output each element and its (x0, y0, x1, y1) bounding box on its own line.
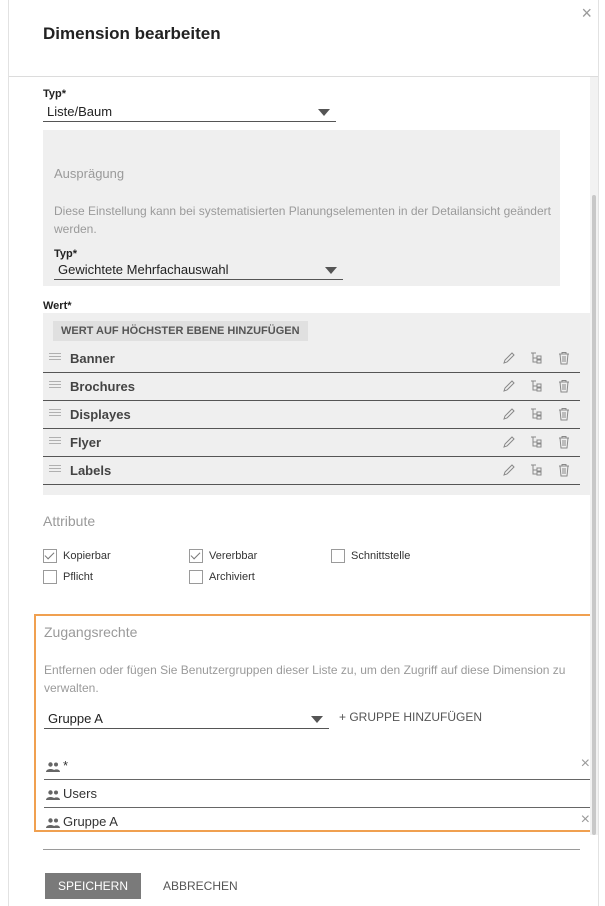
auspraegung-title: Ausprägung (54, 166, 125, 181)
checkbox-schnittstelle[interactable] (331, 549, 345, 563)
trash-icon[interactable] (557, 463, 571, 477)
pencil-icon[interactable] (502, 435, 516, 449)
group-select[interactable]: Gruppe A (44, 709, 329, 729)
auspraegung-panel: Ausprägung Diese Einstellung kann bei sy… (43, 130, 560, 286)
checkbox-label: Schnittstelle (351, 550, 411, 562)
checkbox-label: Pflicht (63, 571, 93, 583)
add-child-icon[interactable] (529, 351, 543, 365)
access-rights-title: Zugangsrechte (44, 624, 138, 640)
pencil-icon[interactable] (502, 407, 516, 421)
access-rights-description: Entfernen oder fügen Sie Benutzergruppen… (44, 663, 566, 695)
cancel-button[interactable]: ABBRECHEN (163, 879, 238, 893)
typ-select-value: Liste/Baum (47, 104, 113, 119)
drag-handle-icon[interactable] (49, 353, 61, 363)
footer-divider (43, 849, 580, 850)
chevron-down-icon (325, 267, 337, 274)
typ-label: Typ* (43, 88, 67, 100)
scrollbar-thumb[interactable] (592, 195, 596, 835)
chevron-down-icon (311, 716, 323, 723)
tree-row[interactable]: Brochures (43, 373, 580, 401)
wert-tree-panel: WERT AUF HÖCHSTER EBENE HINZUFÜGEN Banne… (43, 313, 592, 495)
group-select-value: Gruppe A (48, 711, 103, 726)
dialog-title: Dimension bearbeiten (43, 24, 221, 43)
add-top-level-value-button[interactable]: WERT AUF HÖCHSTER EBENE HINZUFÜGEN (53, 321, 308, 341)
auspraegung-typ-value: Gewichtete Mehrfachauswahl (58, 262, 229, 277)
tree-item-label: Banner (70, 351, 115, 366)
tree-row[interactable]: Labels (43, 457, 580, 485)
group-row: Users (44, 780, 592, 808)
close-icon[interactable]: × (581, 4, 592, 22)
checkbox-kopierbar[interactable] (43, 549, 57, 563)
dialog-footer: SPEICHERN ABBRECHEN (9, 835, 598, 906)
pencil-icon[interactable] (502, 463, 516, 477)
tree-row[interactable]: Banner (43, 345, 580, 373)
tree-item-label: Flyer (70, 435, 102, 450)
checkbox-label: Vererbbar (209, 550, 258, 562)
dialog-header: Dimension bearbeiten × (9, 0, 598, 77)
auspraegung-typ-select[interactable]: Gewichtete Mehrfachauswahl (54, 260, 343, 280)
users-icon (46, 760, 60, 772)
dialog-content[interactable]: Typ* Liste/Baum Ausprägung Diese Einstel… (9, 77, 598, 835)
tree-row[interactable]: Flyer (43, 429, 580, 457)
drag-handle-icon[interactable] (49, 437, 61, 447)
group-name: Gruppe A (63, 814, 118, 829)
trash-icon[interactable] (557, 351, 571, 365)
add-child-icon[interactable] (529, 463, 543, 477)
checkbox-vererbbar[interactable] (189, 549, 203, 563)
trash-icon[interactable] (557, 435, 571, 449)
checkbox-label: Archiviert (209, 571, 255, 583)
users-icon (46, 816, 60, 828)
add-child-icon[interactable] (529, 379, 543, 393)
edit-dimension-dialog: Dimension bearbeiten × Typ* Liste/Baum A… (8, 0, 599, 906)
tree-item-label: Displayes (70, 407, 131, 422)
content-scrollbar[interactable] (590, 77, 598, 835)
trash-icon[interactable] (557, 407, 571, 421)
drag-handle-icon[interactable] (49, 465, 61, 475)
users-icon (46, 788, 60, 800)
wert-label: Wert* (43, 300, 72, 312)
remove-group-icon[interactable]: × (581, 811, 590, 829)
typ-select[interactable]: Liste/Baum (43, 102, 336, 122)
access-rights-panel: Zugangsrechte Entfernen oder fügen Sie B… (34, 614, 595, 832)
auspraegung-description: Diese Einstellung kann bei systematisier… (54, 204, 551, 236)
drag-handle-icon[interactable] (49, 409, 61, 419)
group-name: Users (63, 786, 97, 801)
group-row: Gruppe A × (44, 808, 592, 835)
remove-group-icon[interactable]: × (581, 755, 590, 773)
tree-item-label: Labels (70, 463, 112, 478)
checkbox-label: Kopierbar (63, 550, 111, 562)
add-child-icon[interactable] (529, 407, 543, 421)
group-name: * (63, 758, 69, 773)
trash-icon[interactable] (557, 379, 571, 393)
tree-row[interactable]: Displayes (43, 401, 580, 429)
auspraegung-typ-label: Typ* (54, 248, 78, 260)
chevron-down-icon (318, 109, 330, 116)
checkbox-pflicht[interactable] (43, 570, 57, 584)
pencil-icon[interactable] (502, 379, 516, 393)
pencil-icon[interactable] (502, 351, 516, 365)
drag-handle-icon[interactable] (49, 381, 61, 391)
group-row: * × (44, 752, 592, 780)
save-button[interactable]: SPEICHERN (45, 873, 141, 899)
checkbox-archiviert[interactable] (189, 570, 203, 584)
add-child-icon[interactable] (529, 435, 543, 449)
tree-item-label: Brochures (70, 379, 136, 394)
attribute-title: Attribute (43, 513, 96, 529)
add-group-button[interactable]: + GRUPPE HINZUFÜGEN (339, 710, 482, 724)
